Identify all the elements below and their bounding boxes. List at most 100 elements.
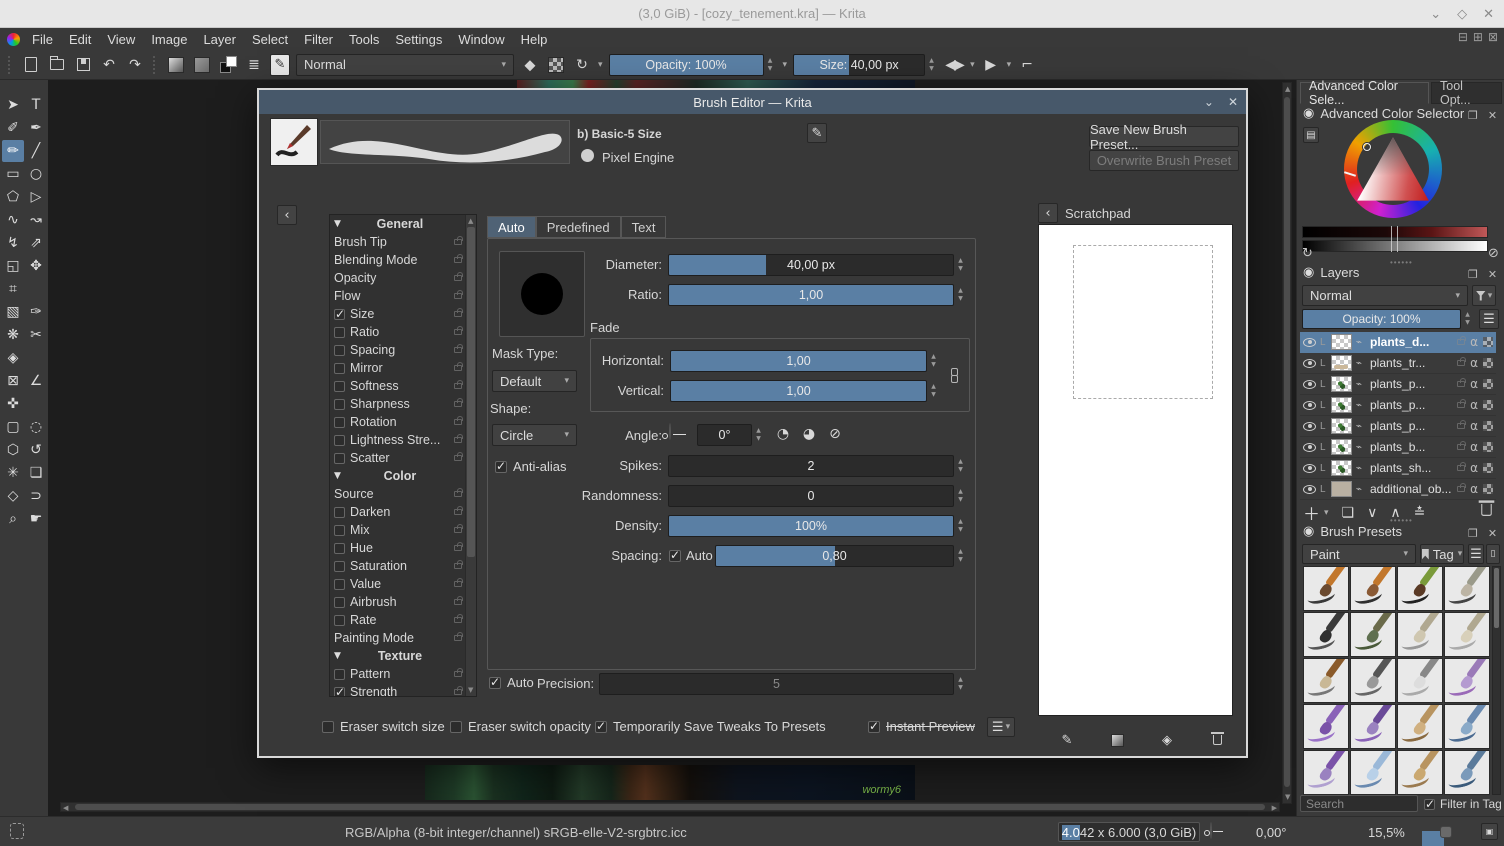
lock-icon[interactable] bbox=[454, 344, 463, 353]
layer-filter-button[interactable]: ▾ bbox=[1472, 285, 1496, 306]
reload-caret-icon[interactable]: ▾ bbox=[598, 60, 603, 70]
eraser-switch-opacity-row[interactable]: Eraser switch opacity bbox=[450, 719, 591, 734]
color-selector-settings-button[interactable]: ▤ bbox=[1303, 127, 1319, 143]
eraser-switch-opacity-checkbox[interactable] bbox=[450, 720, 462, 733]
brush-option-row[interactable]: ▼ Saturation bbox=[330, 557, 476, 575]
shade-bar-gray[interactable] bbox=[1302, 240, 1488, 252]
layer-thumbnail[interactable] bbox=[1331, 376, 1352, 392]
freehand-path-tool[interactable]: ↝ bbox=[25, 209, 47, 231]
alpha-lock-icon[interactable]: α bbox=[1470, 378, 1478, 390]
zoom-fit-button[interactable]: ▣ bbox=[1481, 823, 1498, 840]
scratchpad-collapse-button[interactable]: ‹ bbox=[1038, 203, 1058, 223]
refresh-colors-icon[interactable]: ↻ bbox=[1302, 246, 1313, 261]
option-checkbox[interactable] bbox=[334, 434, 345, 446]
layer-row[interactable]: L ⌁ plants_sh... α bbox=[1300, 458, 1496, 479]
brush-option-row[interactable]: ▼ Color bbox=[330, 467, 476, 485]
brush-option-row[interactable]: ▼ Flow bbox=[330, 287, 476, 305]
layer-lock-icon[interactable] bbox=[1457, 378, 1467, 387]
enclose-fill-tool[interactable]: ⊠ bbox=[2, 370, 24, 392]
brush-option-row[interactable]: ▼ Blending Mode bbox=[330, 251, 476, 269]
line-tool[interactable]: ╱ bbox=[25, 140, 47, 162]
option-checkbox[interactable] bbox=[334, 668, 345, 680]
layer-thumbnail[interactable] bbox=[1331, 418, 1352, 434]
crop-tool[interactable]: ⌗ bbox=[2, 278, 24, 300]
opacity-caret-icon[interactable]: ▾ bbox=[783, 60, 788, 70]
dialog-detach-menu-button[interactable]: ☰ ▾ bbox=[987, 717, 1015, 737]
layer-blend-mode-dropdown[interactable]: Normal bbox=[1302, 285, 1468, 306]
move-layer-down-button[interactable]: ∨ bbox=[1367, 505, 1377, 521]
docker-resize-handle[interactable]: •••••• bbox=[1390, 258, 1413, 267]
brush-option-row[interactable]: ▼ Softness bbox=[330, 377, 476, 395]
option-checkbox[interactable] bbox=[334, 524, 345, 536]
menu-item[interactable]: File bbox=[24, 32, 61, 47]
layer-name[interactable]: additional_ob... bbox=[1370, 482, 1453, 496]
brush-option-row[interactable]: ▼ Lightness Stre... bbox=[330, 431, 476, 449]
inherit-alpha-icon[interactable] bbox=[1483, 337, 1493, 347]
brush-preset-thumbnail[interactable] bbox=[1444, 612, 1490, 657]
lock-icon[interactable] bbox=[454, 668, 463, 677]
lock-icon[interactable] bbox=[454, 506, 463, 515]
edit-shapes-tool[interactable]: ✐ bbox=[2, 117, 24, 139]
mirror-vertical-button[interactable]: ▶ bbox=[981, 55, 1001, 75]
option-checkbox[interactable] bbox=[334, 380, 345, 392]
brush-option-row[interactable]: ▼ Hue bbox=[330, 539, 476, 557]
brush-preset-thumbnail[interactable] bbox=[1397, 612, 1443, 657]
option-checkbox[interactable] bbox=[334, 362, 345, 374]
lock-icon[interactable] bbox=[454, 308, 463, 317]
measure-tool[interactable]: ∠ bbox=[25, 370, 47, 392]
transform-tool[interactable]: ◱ bbox=[2, 255, 24, 277]
lock-icon[interactable] bbox=[454, 614, 463, 623]
color-sampler-tool[interactable]: ✑ bbox=[25, 301, 47, 323]
image-size-field[interactable]: 4.0 42 x 6.000 (3,0 GiB) bbox=[1058, 822, 1200, 842]
polygon-select-tool[interactable]: ⬡ bbox=[2, 439, 24, 461]
brush-preset-thumbnail[interactable] bbox=[1350, 704, 1396, 749]
layer-visibility-icon[interactable] bbox=[1303, 379, 1316, 389]
option-checkbox[interactable] bbox=[334, 398, 345, 410]
eraser-switch-size-row[interactable]: Eraser switch size bbox=[322, 719, 445, 734]
lock-icon[interactable] bbox=[454, 236, 463, 245]
scratchpad-fill-icon[interactable]: ◈ bbox=[1156, 730, 1178, 750]
brush-option-row[interactable]: ▼ Mix bbox=[330, 521, 476, 539]
size-spinner[interactable]: ▲ ▼ bbox=[925, 54, 938, 76]
menu-item[interactable]: Tools bbox=[341, 32, 387, 47]
menu-item[interactable]: Filter bbox=[296, 32, 341, 47]
delete-layer-button[interactable] bbox=[1478, 500, 1495, 518]
inherit-alpha-icon[interactable] bbox=[1483, 463, 1493, 473]
menu-item[interactable]: Edit bbox=[61, 32, 99, 47]
lock-icon[interactable] bbox=[454, 524, 463, 533]
layer-thumbnail[interactable] bbox=[1331, 334, 1352, 350]
opacity-spinner[interactable]: ▲ ▼ bbox=[764, 54, 777, 76]
diameter-slider[interactable]: 40,00 px ▲ ▼ bbox=[668, 254, 967, 276]
gradient-tool[interactable]: ▧ bbox=[2, 301, 24, 323]
inherit-alpha-icon[interactable] bbox=[1483, 442, 1493, 452]
layer-row[interactable]: L ⌁ plants_p... α bbox=[1300, 374, 1496, 395]
angle-clockwise-icon[interactable]: ◔ bbox=[773, 424, 793, 444]
pan-tool[interactable]: ☛ bbox=[25, 508, 47, 530]
smart-patch-tool[interactable]: ✂ bbox=[25, 324, 47, 346]
similar-select-tool[interactable]: ❏ bbox=[25, 462, 47, 484]
preset-search-input[interactable] bbox=[1300, 795, 1418, 812]
zoom-tool[interactable]: ⌕ bbox=[2, 508, 24, 530]
restore-icon[interactable]: ◇ bbox=[1457, 7, 1467, 22]
density-slider[interactable]: 100% ▲ ▼ bbox=[668, 515, 967, 537]
lock-icon[interactable] bbox=[454, 290, 463, 299]
option-checkbox[interactable] bbox=[334, 542, 345, 554]
redo-button[interactable]: ↷ bbox=[125, 55, 145, 75]
inherit-alpha-icon[interactable] bbox=[1483, 421, 1493, 431]
eraser-mode-button[interactable]: ⬥ bbox=[520, 55, 540, 75]
dock-right-icon[interactable]: ⊞ bbox=[1473, 30, 1483, 44]
layer-lock-icon[interactable] bbox=[1457, 399, 1467, 408]
lock-icon[interactable] bbox=[454, 416, 463, 425]
scratchpad-gradient-icon[interactable] bbox=[1106, 730, 1128, 750]
mask-tab[interactable]: Auto bbox=[487, 216, 536, 238]
presets-scrollbar[interactable] bbox=[1492, 566, 1501, 795]
undo-button[interactable]: ↶ bbox=[99, 55, 119, 75]
layer-row[interactable]: L ⌁ additional_ob... α bbox=[1300, 479, 1496, 500]
lock-icon[interactable] bbox=[454, 686, 463, 695]
angle-dial[interactable] bbox=[669, 423, 671, 440]
ellipse-tool[interactable]: ○ bbox=[25, 163, 47, 185]
layer-name[interactable]: plants_tr... bbox=[1370, 356, 1453, 370]
save-document-button[interactable] bbox=[73, 55, 93, 75]
rect-select-tool[interactable]: ▢ bbox=[2, 416, 24, 438]
spikes-slider[interactable]: 2 ▲ ▼ bbox=[668, 455, 967, 477]
